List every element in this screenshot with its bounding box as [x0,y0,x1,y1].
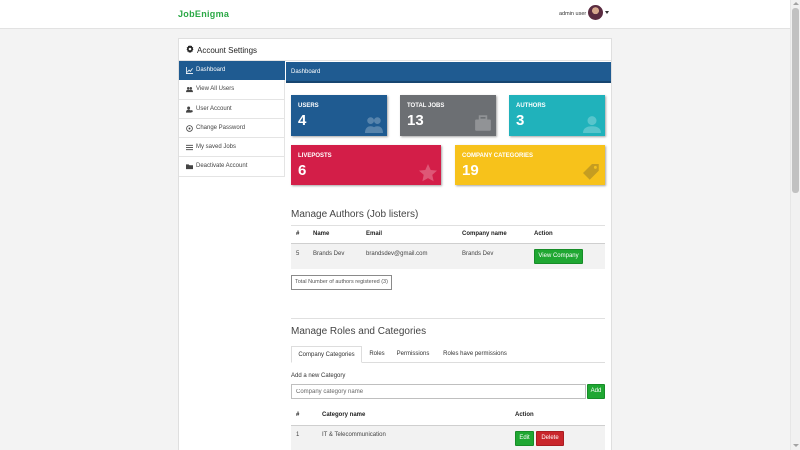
users-icon [365,117,383,133]
table-header-cell: Category name [322,412,366,418]
table-header-cell: Action [515,412,534,418]
view-company-button[interactable]: View Company [534,249,583,264]
chevron-down-icon[interactable] [605,11,609,14]
sidebar-item-label: Dashboard [196,67,226,73]
content-header: Dashboard [286,62,611,83]
stat-card-users[interactable]: USERS 4 [291,95,387,136]
category-name-input[interactable] [291,384,586,399]
page-scrollbar[interactable] [790,0,800,450]
stat-label: LIVEPOSTS [298,153,332,159]
divider [291,225,605,226]
table-header-cell: # [296,231,300,237]
sidebar-item-dashboard[interactable]: Dashboard [179,61,285,81]
user-cog-icon [186,106,193,113]
sidebar-item-label: My saved Jobs [196,144,237,151]
avatar[interactable] [588,5,603,20]
add-category-label: Add a new Category [291,373,346,379]
tab-company-categories[interactable]: Company Categories [291,346,362,363]
star-icon [419,164,437,182]
tab-roles[interactable]: Roles [363,346,391,362]
folder-icon [186,164,193,170]
edit-button[interactable]: Edit [515,431,534,446]
divider [291,318,605,319]
stat-value: 6 [298,162,307,179]
table-cell-name: Brands Dev [313,251,345,257]
account-settings-card: Account Settings Dashboard View All User… [178,38,612,450]
stat-value: 19 [462,162,479,179]
stat-label: AUTHORS [516,103,546,109]
table-cell-email: brandsdev@gmail.com [366,251,428,257]
scroll-thumb[interactable] [792,8,799,193]
table-header-cell: Email [366,231,383,237]
stat-value: 3 [516,112,525,129]
roles-section-title: Manage Roles and Categories [291,326,427,337]
stat-label: TOTAL JOBS [407,103,445,109]
table-header-cell: Name [313,231,330,237]
stat-card-company-categories[interactable]: COMPANY CATEGORIES 19 [455,145,605,185]
table-header-cell: Action [534,231,553,237]
authors-section-title: Manage Authors (Job listers) [291,209,419,220]
briefcase-icon [475,115,491,131]
tab-roles-have-permissions[interactable]: Roles have permissions [436,346,514,362]
table-cell-category-name: IT & Telecommunication [322,432,386,438]
sidebar-item-view-all-users[interactable]: View All Users [179,80,285,100]
card-header: Account Settings [179,39,611,61]
table-header-cell: # [296,412,300,418]
sidebar-item-my-saved-jobs[interactable]: My saved Jobs [179,138,285,158]
stat-value: 13 [407,112,424,129]
table-cell-company: Brands Dev [462,251,494,257]
delete-button[interactable]: Delete [536,431,564,446]
total-authors-badge: Total Number of authors registered (3) [291,275,392,290]
tags-icon [583,164,599,180]
list-icon [186,145,193,151]
sidebar-item-change-password[interactable]: Change Password [179,118,285,139]
card-title: Account Settings [197,46,258,55]
stat-card-liveposts[interactable]: LIVEPOSTS 6 [291,145,441,185]
sidebar-item-label: Deactivate Account [196,163,248,170]
key-icon [186,125,193,132]
users-icon [186,87,193,93]
table-cell-id: 5 [296,251,300,257]
sidebar-item-label: User Account [196,105,232,112]
add-category-button[interactable]: Add [587,384,605,399]
navbar: JobEnigma admin user [0,0,790,29]
sidebar-item-label: Change Password [196,124,246,131]
scroll-down-arrow-icon[interactable] [793,444,799,447]
sidebar: Dashboard View All Users User Account Ch… [179,61,285,177]
stat-card-authors[interactable]: AUTHORS 3 [509,95,605,136]
stat-label: COMPANY CATEGORIES [462,153,534,159]
user-name[interactable]: admin user [559,11,586,17]
chart-icon [186,67,193,74]
gear-icon [186,45,194,53]
stat-card-total-jobs[interactable]: TOTAL JOBS 13 [400,95,496,136]
user-tie-icon [583,116,601,133]
scroll-up-arrow-icon[interactable] [793,2,799,5]
brand-logo[interactable]: JobEnigma [178,9,229,19]
tab-permissions[interactable]: Permissions [392,346,434,362]
table-header-cell: Company name [462,231,507,237]
stat-label: USERS [298,103,319,109]
sidebar-item-user-account[interactable]: User Account [179,99,285,119]
stat-value: 4 [298,112,307,129]
sidebar-item-label: View All Users [196,86,235,93]
table-cell-id: 1 [296,432,300,438]
sidebar-item-deactivate-account[interactable]: Deactivate Account [179,157,285,177]
